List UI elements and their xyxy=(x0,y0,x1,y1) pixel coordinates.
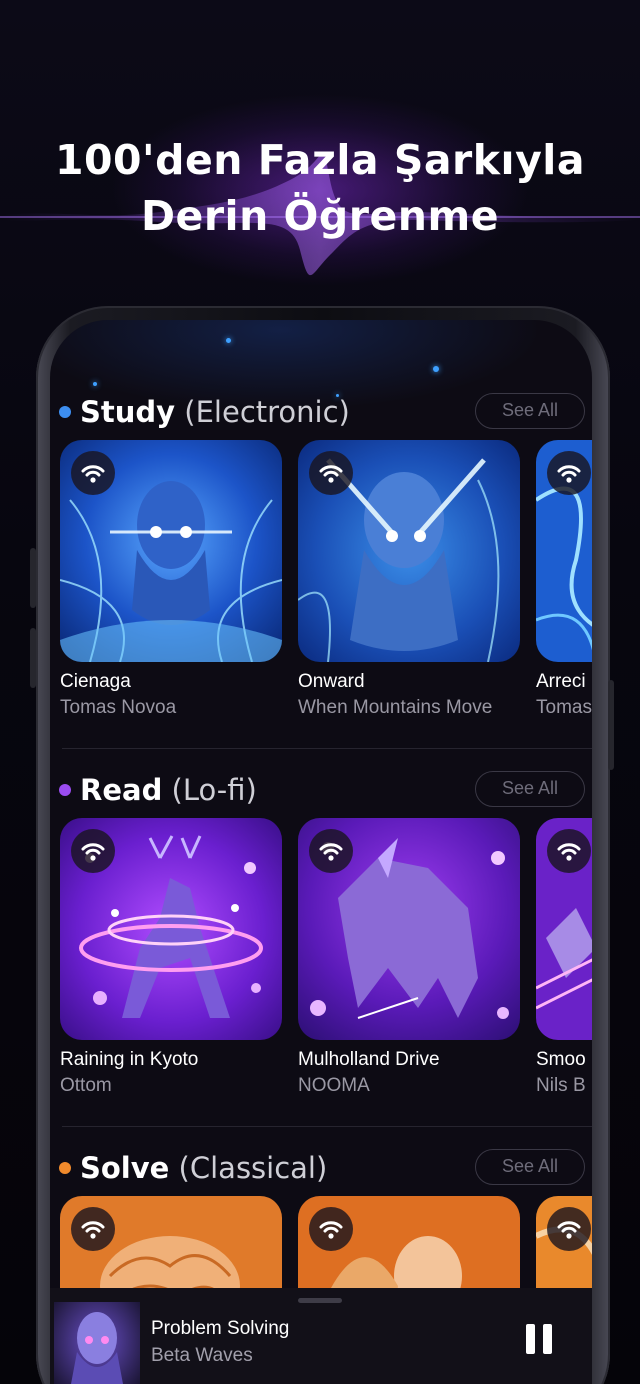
promo-screen: 100'den Fazla Şarkıyla Derin Öğrenme Stu… xyxy=(0,0,640,1384)
track-artist: Tomas Novoa xyxy=(60,697,177,718)
section-title: Study (Electronic) xyxy=(80,394,350,430)
see-all-button[interactable]: See All xyxy=(475,393,585,429)
track-title: Raining in Kyoto xyxy=(60,1049,199,1070)
track-artist: Tomas xyxy=(536,697,592,718)
section-genre: (Electronic) xyxy=(184,395,350,429)
section-divider xyxy=(62,1126,592,1127)
sparkle-dot xyxy=(226,338,231,343)
phone-side-button xyxy=(30,548,36,608)
pause-icon[interactable] xyxy=(524,1324,554,1354)
headline-line-2: Derin Öğrenme xyxy=(140,192,500,240)
now-playing-artwork xyxy=(54,1302,140,1384)
headline-line-1: 100'den Fazla Şarkıyla xyxy=(54,136,586,184)
offline-wifi-icon xyxy=(309,1207,353,1251)
track-title: Mulholland Drive xyxy=(298,1049,440,1070)
track-artist: Nils B xyxy=(536,1075,586,1096)
offline-wifi-icon xyxy=(71,451,115,495)
offline-wifi-icon xyxy=(309,829,353,873)
offline-wifi-icon xyxy=(71,1207,115,1251)
phone-side-button xyxy=(608,680,614,770)
section-name: Read xyxy=(80,773,163,807)
section-genre: (Lo-fi) xyxy=(171,773,257,807)
track-title: Onward xyxy=(298,671,365,692)
now-playing-title: Problem Solving xyxy=(151,1318,290,1339)
section-header: Solve (Classical) See All xyxy=(50,1148,592,1188)
section-study: Study (Electronic) See All Cienaga Tomas… xyxy=(50,392,592,722)
see-all-button[interactable]: See All xyxy=(475,771,585,807)
sparkle-dot xyxy=(93,382,97,386)
section-header: Read (Lo-fi) See All xyxy=(50,770,592,810)
sparkle-dot xyxy=(433,366,439,372)
track-title: Cienaga xyxy=(60,671,131,692)
player-drag-handle[interactable] xyxy=(298,1298,342,1303)
app-screen: Study (Electronic) See All Cienaga Tomas… xyxy=(50,320,592,1384)
offline-wifi-icon xyxy=(547,451,591,495)
section-title: Solve (Classical) xyxy=(80,1150,327,1186)
now-playing-artist: Beta Waves xyxy=(151,1345,253,1366)
track-artist: NOOMA xyxy=(298,1075,370,1096)
offline-wifi-icon xyxy=(547,829,591,873)
offline-wifi-icon xyxy=(309,451,353,495)
track-title: Smoo xyxy=(536,1049,586,1070)
mini-player[interactable]: Problem Solving Beta Waves xyxy=(50,1288,592,1384)
track-title: Arreci xyxy=(536,671,586,692)
headline: 100'den Fazla Şarkıyla Derin Öğrenme xyxy=(0,132,640,244)
offline-wifi-icon xyxy=(71,829,115,873)
section-name: Solve xyxy=(80,1151,170,1185)
category-dot xyxy=(59,1162,71,1174)
category-dot xyxy=(59,784,71,796)
offline-wifi-icon xyxy=(547,1207,591,1251)
section-header: Study (Electronic) See All xyxy=(50,392,592,432)
track-artist: When Mountains Move xyxy=(298,697,493,718)
category-dot xyxy=(59,406,71,418)
section-title: Read (Lo-fi) xyxy=(80,772,257,808)
track-artist: Ottom xyxy=(60,1075,112,1096)
see-all-button[interactable]: See All xyxy=(475,1149,585,1185)
section-genre: (Classical) xyxy=(178,1151,328,1185)
section-divider xyxy=(62,748,592,749)
section-name: Study xyxy=(80,395,176,429)
section-read: Read (Lo-fi) See All Raining in Kyoto Ot… xyxy=(50,770,592,1100)
phone-side-button xyxy=(30,628,36,688)
